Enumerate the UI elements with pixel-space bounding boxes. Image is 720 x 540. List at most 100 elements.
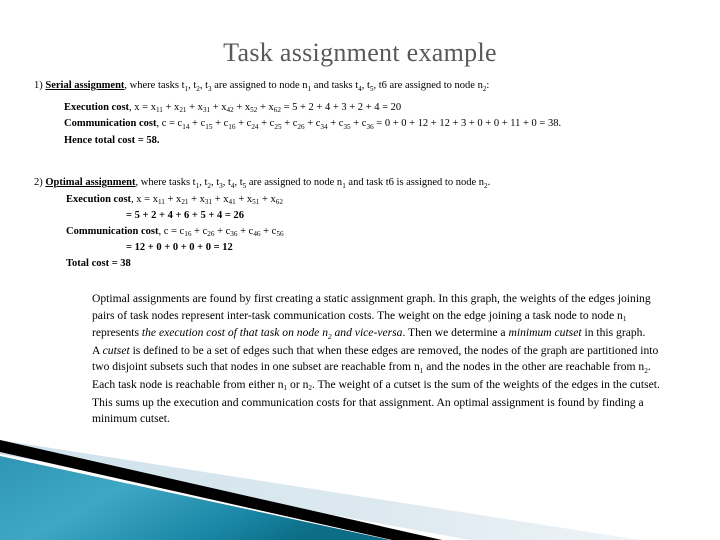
comm2-sub-36: 36	[230, 230, 238, 238]
comm2-plus-2: + c	[214, 225, 231, 237]
comm2-sub-26: 26	[207, 230, 215, 238]
section-1-heading: Serial assignment	[45, 80, 125, 91]
section-1-intro-a: , where tasks t	[124, 80, 185, 91]
comm1-sub-26: 26	[297, 122, 305, 131]
section-2-execution-cost-line: Execution cost, x = x11 + x21 + x31 + x4…	[66, 192, 694, 209]
paragraph-2: A cutset is defined to be a set of edges…	[92, 343, 664, 428]
exec1-plus-1: + x	[162, 101, 180, 113]
exec2-sub-21: 21	[181, 198, 189, 206]
exec1-sub-21: 21	[179, 106, 187, 114]
p2-text-c: and the nodes in the other are reachable…	[423, 360, 645, 374]
decor-teal-band	[0, 456, 390, 540]
exec2-sub-51: 51	[252, 198, 260, 206]
exec2-expr-a: , x = x	[131, 193, 158, 205]
section-1-sub-4: 1	[307, 84, 312, 93]
p1-sub-n1: 1	[622, 315, 627, 324]
comm2-plus-3: + c	[237, 225, 254, 237]
comm2-sub-56: 56	[276, 230, 284, 238]
section-2-sub-6: 1	[342, 181, 346, 190]
exec2-plus-2: + x	[188, 193, 205, 205]
comm2-sub-16: 16	[184, 230, 192, 238]
exec1-plus-2: + x	[186, 101, 203, 113]
section-2-communication-cost-line: Communication cost, c = c16 + c26 + c36 …	[66, 224, 694, 241]
section-2-execution-cost-sum: = 5 + 2 + 4 + 6 + 5 + 4 = 26	[126, 208, 694, 224]
exec1-sub-52: 52	[250, 106, 258, 114]
p1-text-b: represents	[92, 326, 142, 340]
section-2-intro-a: , where tasks t	[135, 177, 196, 188]
hence-total-cost-1: Hence total cost = 58.	[64, 134, 160, 146]
exec1-sum: = 5 + 2 + 4 + 3 + 2 + 4 = 20	[280, 101, 402, 113]
section-2-sub-3: 3	[219, 181, 223, 190]
comm1-plus-3: + c	[235, 118, 252, 129]
comm1-sub-16: 16	[228, 122, 236, 131]
section-2-intro-e: , t	[234, 177, 243, 188]
communication-cost-label-2: Communication cost	[66, 225, 159, 237]
section-2-total-cost-line: Total cost = 38	[66, 256, 694, 272]
comm2-sub-46: 46	[253, 230, 261, 238]
section-2-communication-cost-sum: = 12 + 0 + 0 + 0 + 0 = 12	[126, 240, 694, 256]
p1-italic-sub-n2: 2	[328, 332, 332, 341]
slide-body: 1) Serial assignment, where tasks t1, t2…	[34, 78, 694, 271]
section-1-sub-1: 1	[184, 84, 189, 93]
exec2-sum: = 5 + 2 + 4 + 6 + 5 + 4 = 26	[126, 210, 245, 221]
exec2-plus-5: + x	[259, 193, 276, 205]
page-title: Task assignment example	[223, 38, 497, 67]
p1-text-c: . Then we determine a	[402, 326, 509, 340]
exec1-sub-31: 31	[202, 106, 211, 114]
p2-sub-n2-b: 2	[308, 384, 312, 393]
comm1-plus-1: + c	[189, 118, 206, 129]
exec1-plus-4: + x	[233, 101, 251, 113]
total-cost-2: Total cost = 38	[66, 257, 131, 269]
section-2-intro-h: .	[487, 177, 491, 188]
section-2-intro-d: , t	[222, 177, 231, 188]
section-1-number: 1)	[34, 80, 43, 91]
section-1-sub-7: 2	[482, 84, 487, 93]
paragraph-1: Optimal assignments are found by first c…	[92, 291, 664, 343]
p1-italic-minimum-cutset: minimum cutset	[508, 326, 582, 340]
comm1-sub-15: 15	[205, 122, 213, 131]
section-1-total-cost-line: Hence total cost = 58.	[64, 133, 694, 149]
p1-text-a: Optimal assignments are found by first c…	[92, 292, 651, 322]
comm1-sub-25: 25	[274, 122, 282, 131]
section-2-number: 2)	[34, 177, 43, 188]
section-2-sub-7: 2	[484, 181, 488, 190]
exec1-sub-42: 42	[226, 106, 234, 114]
exec1-sub-62: 62	[273, 106, 281, 114]
p2-text-e: or n	[287, 377, 309, 391]
section-1-sub-6: 5	[369, 84, 374, 93]
comm1-plus-6: + c	[304, 118, 321, 129]
section-1-intro-e: and tasks t	[311, 80, 359, 91]
section-2-sub-2: 2	[207, 181, 211, 190]
explanation-block: Optimal assignments are found by first c…	[92, 291, 664, 428]
comm1-sum: = 0 + 0 + 12 + 12 + 3 + 0 + 0 + 11 + 0 =…	[373, 118, 562, 129]
decorative-corner-graphic	[0, 440, 640, 540]
comm1-sub-34: 34	[320, 122, 328, 131]
exec2-plus-1: + x	[164, 193, 182, 205]
section-1-intro-g: , t6 are assigned to node n	[373, 80, 483, 91]
exec2-sub-41: 41	[228, 198, 236, 206]
section-2-intro-g: and task t6 is assigned to node n	[345, 177, 485, 188]
execution-cost-label-2: Execution cost	[66, 193, 132, 205]
comm1-plus-2: + c	[212, 118, 229, 129]
section-1-execution-cost-line: Execution cost, x = x11 + x21 + x31 + x4…	[64, 100, 694, 117]
comm1-sub-24: 24	[251, 122, 259, 131]
comm1-plus-7: + c	[327, 118, 344, 129]
section-1-intro-c: , t	[199, 80, 209, 91]
section-2-sub-1: 1	[195, 181, 200, 190]
section-1-sub-3: 3	[208, 84, 212, 93]
section-2-sub-4: 4	[230, 181, 235, 190]
communication-cost-label-1: Communication cost	[64, 118, 157, 129]
section-2-heading-line: 2) Optimal assignment, where tasks t1, t…	[34, 175, 694, 192]
comm1-sub-14: 14	[182, 122, 190, 131]
p1-italic-vice-versa: and vice-versa	[331, 326, 403, 340]
section-2-heading: Optimal assignment	[45, 177, 136, 188]
section-1-intro-h: :	[486, 80, 490, 91]
p2-italic-cutset: cutset	[102, 343, 130, 357]
section-1-intro-d: are assigned to node n	[211, 80, 308, 91]
p2-sub-n1-b: 1	[283, 384, 288, 393]
exec2-plus-3: + x	[212, 193, 229, 205]
exec1-plus-5: + x	[257, 101, 274, 113]
comm1-expr-a: , c = c	[156, 118, 183, 129]
decor-pale-band	[0, 440, 640, 540]
comm2-plus-4: + c	[260, 225, 277, 237]
